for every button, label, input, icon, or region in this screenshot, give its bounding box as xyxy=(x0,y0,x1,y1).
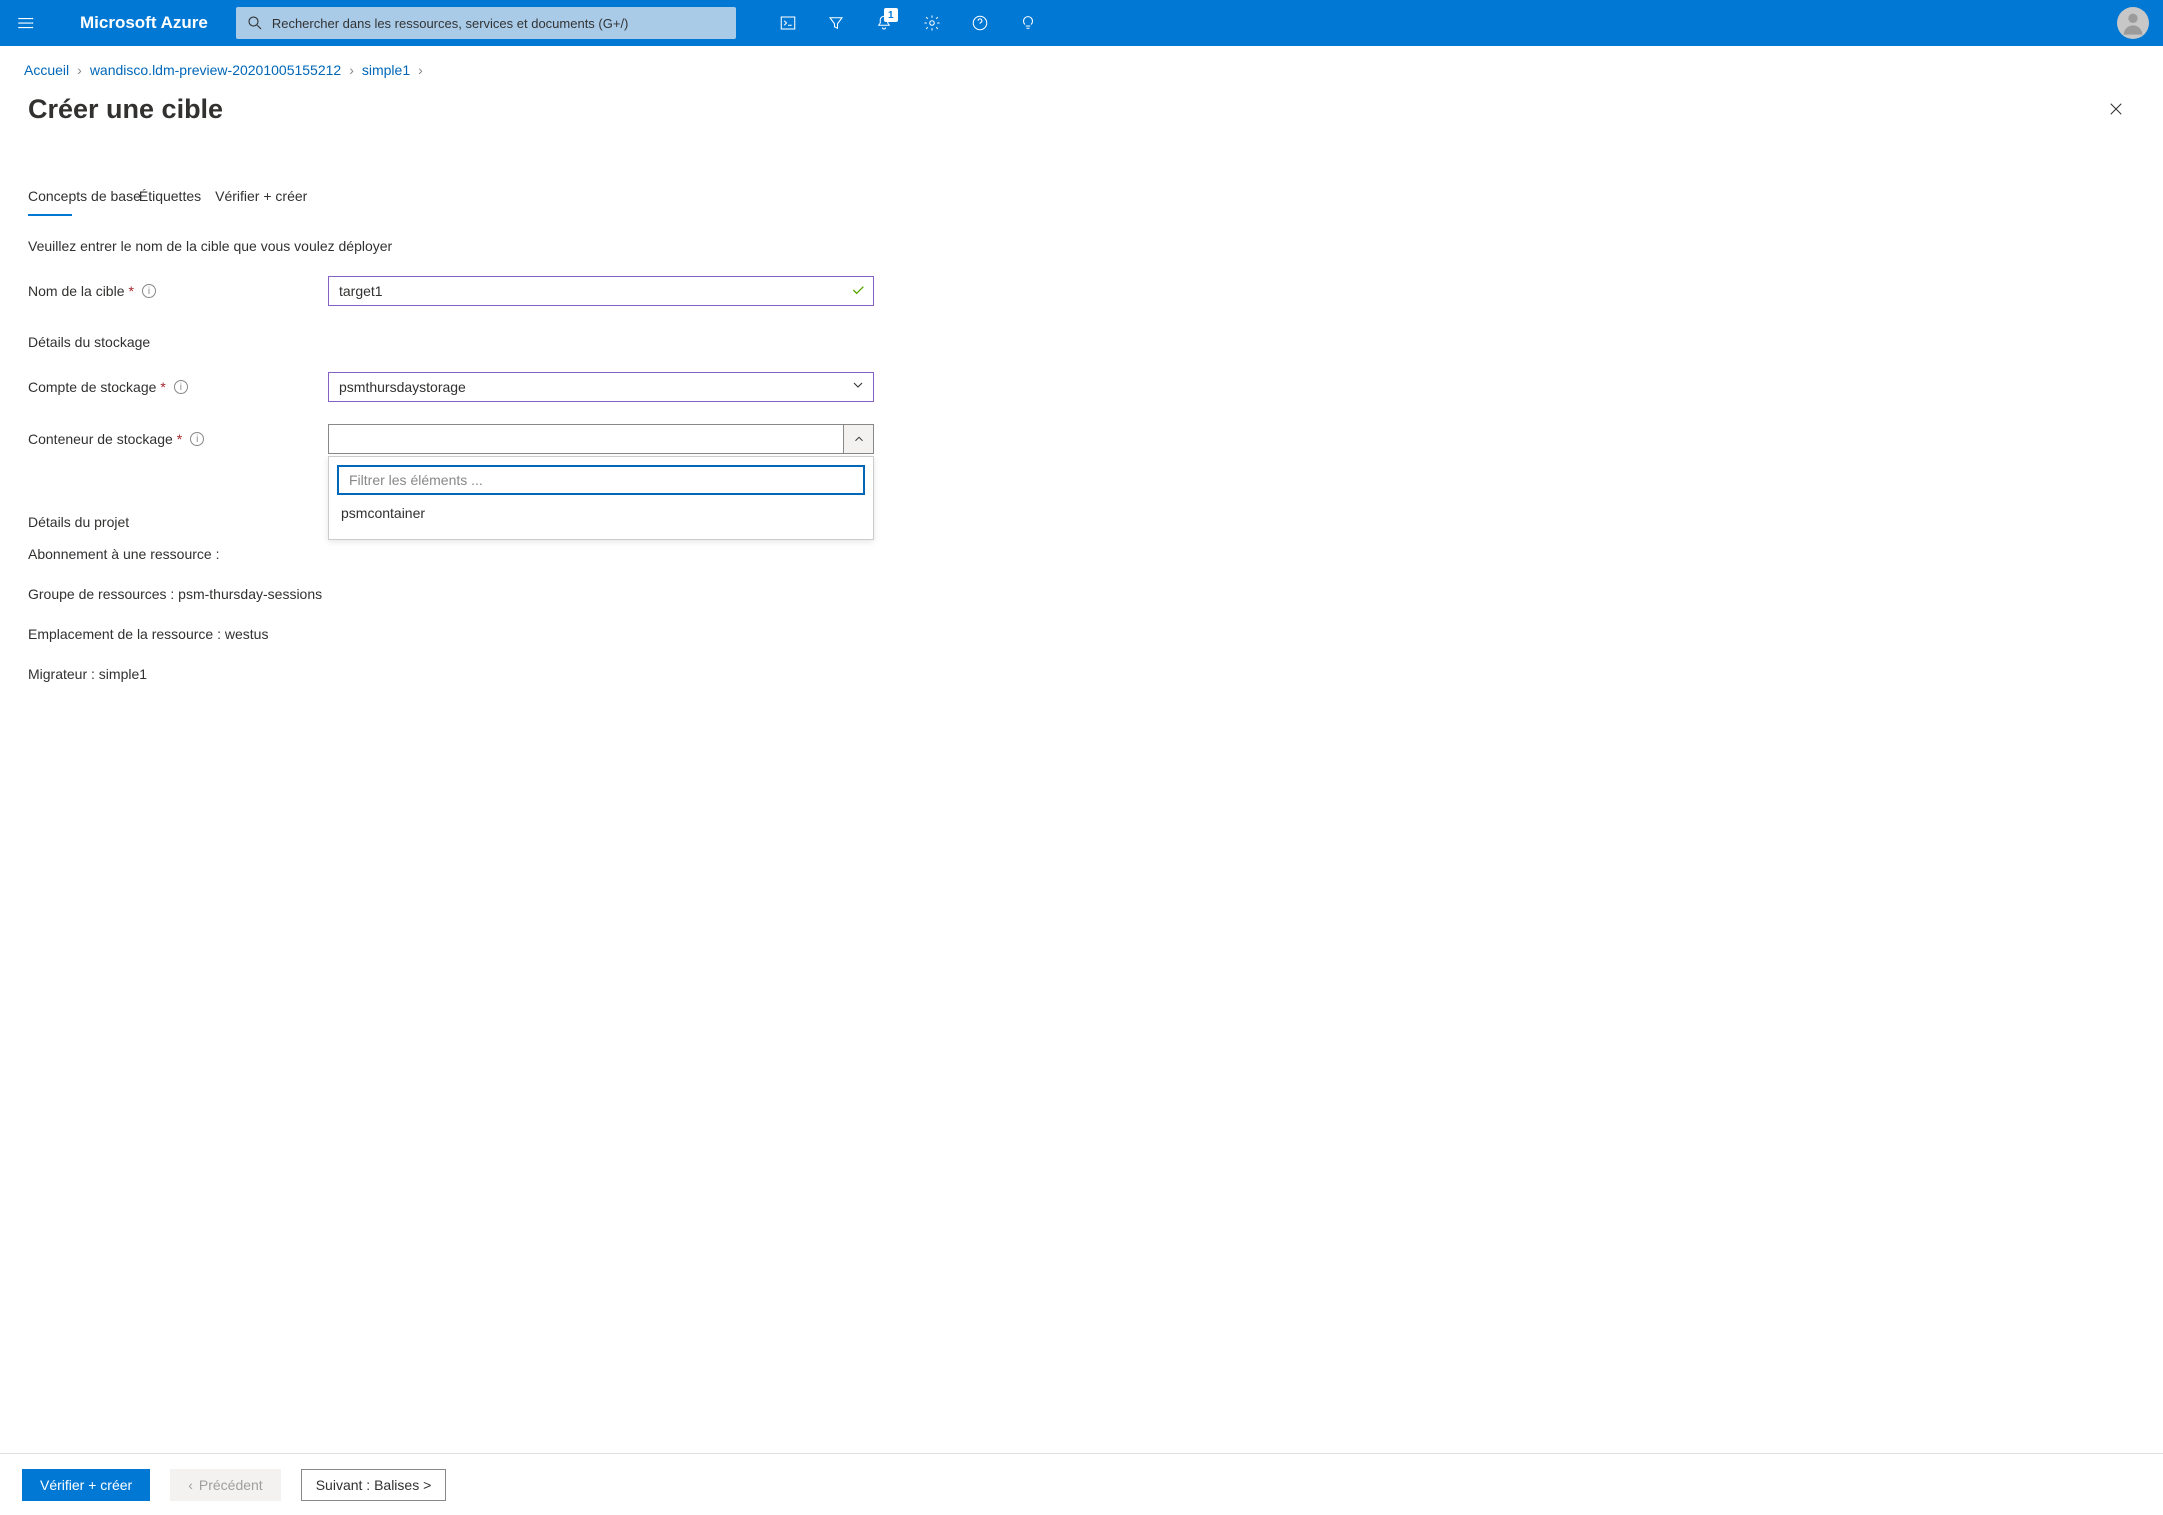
required-marker: * xyxy=(177,431,182,447)
brand-label: Microsoft Azure xyxy=(80,13,208,33)
storage-account-value: psmthursdaystorage xyxy=(339,379,466,395)
breadcrumb: Accueil › wandisco.ldm-preview-202010051… xyxy=(0,46,2163,86)
notifications-button[interactable]: 1 xyxy=(860,0,908,46)
storage-container-label-text: Conteneur de stockage xyxy=(28,431,173,447)
account-button[interactable] xyxy=(2117,7,2149,39)
close-blade-button[interactable] xyxy=(2099,92,2133,126)
subscription-label: Abonnement à une ressource : xyxy=(28,546,908,562)
form-area: Veuillez entrer le nom de la cible que v… xyxy=(28,238,908,682)
main-panel: Créer une cible Concepts de base Étiquet… xyxy=(0,86,2163,682)
storage-container-select[interactable] xyxy=(328,424,874,454)
target-name-label-text: Nom de la cible xyxy=(28,283,125,299)
breadcrumb-home[interactable]: Accueil xyxy=(24,62,69,78)
tab-tags-label: Étiquettes xyxy=(139,188,201,204)
top-icon-bar: 1 xyxy=(764,0,1052,46)
chevron-down-icon xyxy=(850,377,866,396)
breadcrumb-item-1[interactable]: wandisco.ldm-preview-20201005155212 xyxy=(90,62,341,78)
chevron-right-icon: › xyxy=(349,62,354,78)
chevron-up-icon xyxy=(843,425,873,453)
settings-button[interactable] xyxy=(908,0,956,46)
notification-badge: 1 xyxy=(884,8,898,22)
avatar-icon xyxy=(2119,9,2147,37)
footer-bar: Vérifier + créer ‹ Précédent Suivant : B… xyxy=(0,1453,2163,1515)
tab-bar: Concepts de base Étiquettes Vérifier + c… xyxy=(28,182,2139,210)
form-instruction: Veuillez entrer le nom de la cible que v… xyxy=(28,238,908,254)
previous-button-label: Précédent xyxy=(199,1477,263,1493)
cloud-shell-icon xyxy=(779,14,797,32)
hamburger-icon xyxy=(16,14,34,32)
next-button-label: Suivant : Balises > xyxy=(316,1477,432,1493)
storage-account-select[interactable]: psmthursdaystorage xyxy=(328,372,874,402)
page-title: Créer une cible xyxy=(28,94,2099,125)
storage-container-label: Conteneur de stockage* i xyxy=(28,431,328,447)
gear-icon xyxy=(923,14,941,32)
next-button[interactable]: Suivant : Balises > xyxy=(301,1469,447,1501)
directory-filter-button[interactable] xyxy=(812,0,860,46)
chevron-right-icon: › xyxy=(418,62,423,78)
tab-tags[interactable]: Étiquettes xyxy=(139,182,201,210)
feedback-button[interactable] xyxy=(1004,0,1052,46)
migrator-line: Migrateur : simple1 xyxy=(28,666,908,682)
dropdown-filter-input[interactable] xyxy=(337,465,865,495)
cloud-shell-button[interactable] xyxy=(764,0,812,46)
tab-review[interactable]: Vérifier + créer xyxy=(215,182,307,210)
chevron-right-icon: › xyxy=(77,62,82,78)
storage-account-label: Compte de stockage* i xyxy=(28,379,328,395)
search-icon xyxy=(246,14,264,32)
help-button[interactable] xyxy=(956,0,1004,46)
storage-section-header: Détails du stockage xyxy=(28,334,908,350)
location-line: Emplacement de la ressource : westus xyxy=(28,626,908,642)
check-icon xyxy=(850,282,866,303)
resource-group-line: Groupe de ressources : psm-thursday-sess… xyxy=(28,586,908,602)
previous-button: ‹ Précédent xyxy=(170,1469,281,1501)
info-icon[interactable]: i xyxy=(174,380,188,394)
dropdown-option[interactable]: psmcontainer xyxy=(337,495,865,531)
target-name-input[interactable] xyxy=(328,276,874,306)
info-icon[interactable]: i xyxy=(190,432,204,446)
tab-basics[interactable]: Concepts de base xyxy=(28,182,141,210)
filter-icon xyxy=(827,14,845,32)
chevron-left-icon: ‹ xyxy=(188,1477,193,1493)
target-name-label: Nom de la cible* i xyxy=(28,283,328,299)
close-icon xyxy=(2107,100,2125,118)
global-search-input[interactable] xyxy=(272,16,726,31)
global-search[interactable] xyxy=(236,7,736,39)
storage-container-dropdown: psmcontainer xyxy=(328,456,874,540)
info-icon[interactable]: i xyxy=(142,284,156,298)
verify-create-button[interactable]: Vérifier + créer xyxy=(22,1469,150,1501)
storage-account-label-text: Compte de stockage xyxy=(28,379,156,395)
tab-basics-label: Concepts de base xyxy=(28,188,141,204)
feedback-icon xyxy=(1019,14,1037,32)
menu-toggle-button[interactable] xyxy=(8,6,42,40)
breadcrumb-item-2[interactable]: simple1 xyxy=(362,62,410,78)
top-bar: Microsoft Azure 1 xyxy=(0,0,2163,46)
tab-review-label: Vérifier + créer xyxy=(215,188,307,204)
help-icon xyxy=(971,14,989,32)
required-marker: * xyxy=(129,283,134,299)
required-marker: * xyxy=(160,379,165,395)
